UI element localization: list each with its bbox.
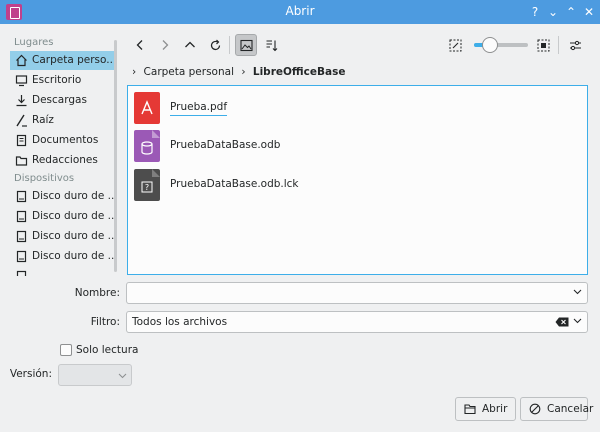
documents-icon xyxy=(16,134,27,147)
maximize-button[interactable]: ⌃ xyxy=(562,3,580,21)
settings-sliders-icon xyxy=(569,40,581,50)
folder-open-icon xyxy=(464,404,476,415)
sidebar-item-drive[interactable]: Disco duro de ... xyxy=(10,247,114,266)
file-name: Prueba.pdf xyxy=(170,101,228,116)
forward-button[interactable] xyxy=(154,34,176,56)
sort-icon xyxy=(266,39,277,51)
sidebar-item-downloads[interactable]: Descargas xyxy=(10,91,114,110)
file-item[interactable]: PruebaDataBase.odb xyxy=(134,130,434,164)
back-button[interactable] xyxy=(129,34,151,56)
open-button[interactable]: Abrir xyxy=(455,397,516,421)
chevron-down-icon[interactable] xyxy=(573,316,582,325)
sidebar-item-label: Documentos xyxy=(32,134,99,146)
version-combo[interactable] xyxy=(58,364,132,386)
sidebar-item-label: Raíz xyxy=(32,114,54,126)
breadcrumb-item-current[interactable]: LibreOfficeBase xyxy=(253,66,346,78)
database-file-icon xyxy=(134,130,160,162)
help-button[interactable]: ? xyxy=(526,3,544,21)
cancel-button[interactable]: Cancelar xyxy=(520,397,593,421)
hard-drive-icon xyxy=(16,250,27,263)
breadcrumb-item-home[interactable]: Carpeta personal xyxy=(144,66,234,78)
readonly-label[interactable]: Solo lectura xyxy=(76,344,138,356)
zoom-out-button[interactable] xyxy=(444,34,466,56)
filter-label: Filtro: xyxy=(90,316,120,328)
sidebar-item-drive[interactable]: ... xyxy=(10,267,114,276)
sidebar-item-drive[interactable]: Disco duro de ... xyxy=(10,187,114,206)
readonly-checkbox[interactable] xyxy=(60,344,72,356)
folder-icon xyxy=(15,156,28,166)
sidebar-item-label: ... xyxy=(32,270,43,276)
cancel-button-label: Cancelar xyxy=(547,403,594,415)
chevron-right-icon: › xyxy=(132,66,137,78)
root-icon xyxy=(16,114,27,127)
open-button-label: Abrir xyxy=(482,403,508,415)
file-list[interactable]: Prueba.pdf PruebaDataBase.odb ? PruebaDa… xyxy=(127,85,588,275)
sidebar-item-label: Disco duro de ... xyxy=(32,230,114,242)
sidebar-item-redacciones[interactable]: Redacciones xyxy=(10,151,114,170)
filter-combo[interactable]: Todos los archivos xyxy=(126,311,588,333)
file-item[interactable]: Prueba.pdf xyxy=(134,92,434,126)
preview-toggle-button[interactable] xyxy=(235,34,257,56)
parent-folder-button[interactable] xyxy=(179,34,201,56)
file-item[interactable]: ? PruebaDataBase.odb.lck xyxy=(134,169,434,203)
sidebar-item-label: Disco duro de ... xyxy=(32,190,114,202)
toolbar-separator xyxy=(558,36,559,54)
chevron-left-icon xyxy=(136,40,143,50)
filter-value: Todos los archivos xyxy=(132,316,228,328)
zoom-in-icon xyxy=(537,39,549,51)
sidebar-scrollbar[interactable] xyxy=(114,40,117,272)
filename-combo[interactable] xyxy=(126,282,588,304)
sidebar-item-documents[interactable]: Documentos xyxy=(10,131,114,150)
reload-button[interactable] xyxy=(204,34,226,56)
file-name: PruebaDataBase.odb.lck xyxy=(170,178,299,190)
hard-drive-icon xyxy=(16,270,27,276)
lock-file-icon: ? xyxy=(134,169,160,201)
devices-header: Dispositivos xyxy=(14,173,75,184)
chevron-down-icon xyxy=(118,373,127,379)
hard-drive-icon xyxy=(16,230,27,243)
chevron-down-icon[interactable] xyxy=(573,287,582,296)
name-label: Nombre: xyxy=(74,287,120,299)
places-sidebar: Lugares Carpeta perso... Escritorio Desc… xyxy=(6,34,118,276)
file-name: PruebaDataBase.odb xyxy=(170,139,281,151)
zoom-out-icon xyxy=(449,39,461,51)
svg-text:?: ? xyxy=(145,183,149,192)
hard-drive-icon xyxy=(16,190,27,203)
zoom-in-button[interactable] xyxy=(532,34,554,56)
hard-drive-icon xyxy=(16,210,27,223)
sidebar-item-drive[interactable]: Disco duro de ... xyxy=(10,227,114,246)
clear-icon[interactable] xyxy=(555,317,569,327)
places-header: Lugares xyxy=(14,37,54,48)
minimize-button[interactable]: ⌄ xyxy=(544,3,562,21)
sort-button[interactable] xyxy=(260,34,282,56)
download-icon xyxy=(16,95,27,107)
desktop-icon xyxy=(15,75,28,87)
title-bar: Abrir ? ⌄ ⌃ ✕ xyxy=(0,0,600,24)
options-button[interactable] xyxy=(564,34,586,56)
sidebar-item-root[interactable]: Raíz xyxy=(10,111,114,130)
chevron-right-icon: › xyxy=(241,66,246,78)
zoom-slider-handle[interactable] xyxy=(482,37,498,53)
sidebar-item-label: Redacciones xyxy=(32,154,98,166)
sidebar-item-desktop[interactable]: Escritorio xyxy=(10,71,114,90)
close-button[interactable]: ✕ xyxy=(580,3,598,21)
sidebar-item-drive[interactable]: Disco duro de ... xyxy=(10,207,114,226)
sidebar-item-label: Descargas xyxy=(32,94,87,106)
sidebar-item-label: Disco duro de ... xyxy=(32,250,114,262)
reload-icon xyxy=(210,39,220,50)
cancel-icon xyxy=(529,403,541,415)
home-icon xyxy=(16,54,27,67)
sidebar-item-home[interactable]: Carpeta perso... xyxy=(10,51,114,70)
sidebar-item-label: Disco duro de ... xyxy=(32,210,114,222)
chevron-up-icon xyxy=(185,41,195,48)
sidebar-item-label: Escritorio xyxy=(32,74,82,86)
pdf-file-icon xyxy=(134,92,160,124)
window-title: Abrir xyxy=(285,4,315,18)
version-label: Versión: xyxy=(9,368,52,380)
breadcrumb: › Carpeta personal › LibreOfficeBase xyxy=(128,62,345,82)
image-preview-icon xyxy=(239,39,253,51)
toolbar-separator xyxy=(229,36,230,54)
chevron-right-icon xyxy=(162,40,169,50)
sidebar-item-label: Carpeta perso... xyxy=(32,54,114,66)
